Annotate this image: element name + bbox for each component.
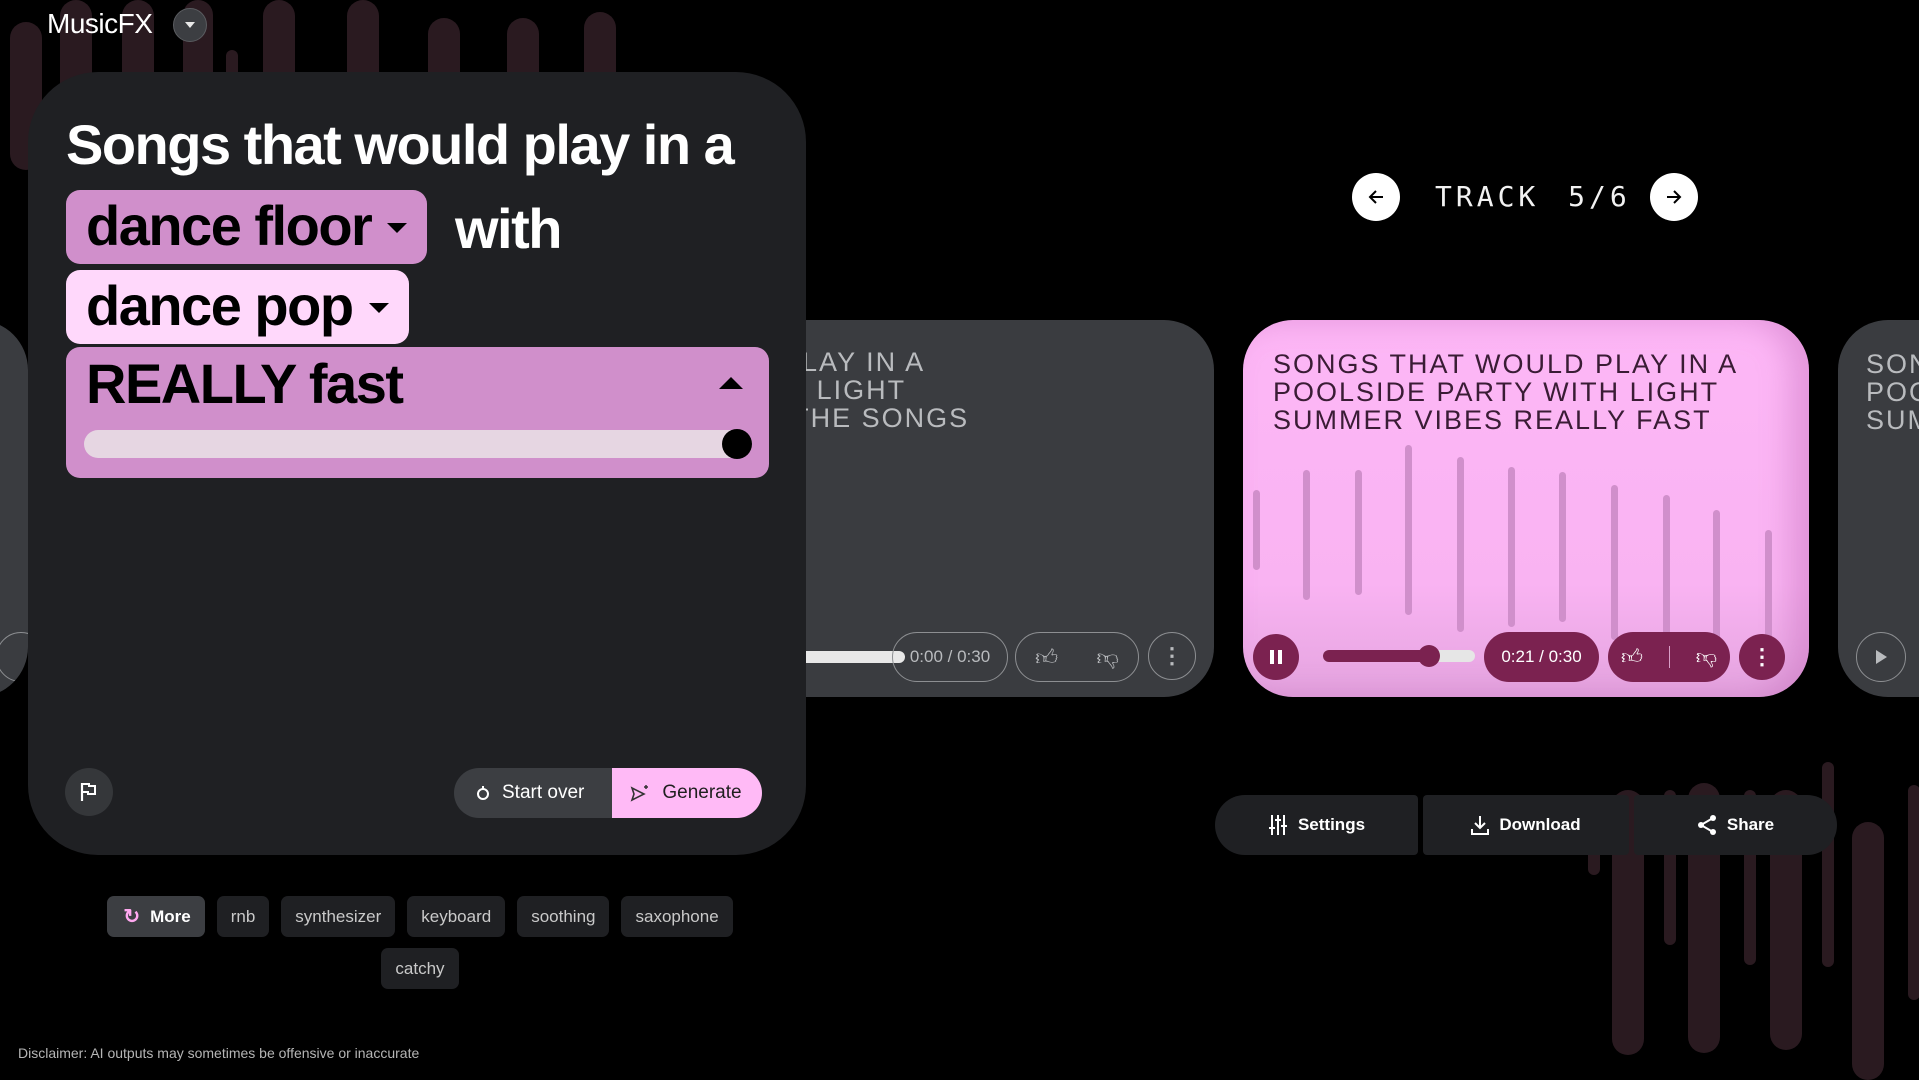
share-icon [1697, 815, 1716, 835]
prompt-heading: Songs that would play in a [66, 113, 735, 176]
play-icon [1876, 650, 1887, 664]
track-time-text: 0:21 / 0:30 [1501, 647, 1582, 666]
play-button-outline[interactable] [0, 632, 28, 682]
waveform-bar [1253, 490, 1260, 570]
place-chip-dropdown[interactable]: dance floor [66, 190, 428, 264]
tune-icon [1268, 815, 1287, 835]
seek-handle[interactable] [1418, 645, 1441, 667]
thumbs-up-button[interactable]: 👍︎ [1035, 644, 1058, 671]
generate-label: Generate [662, 782, 742, 803]
settings-button[interactable]: Settings [1215, 795, 1418, 855]
suggestion-chip[interactable]: synthesizer [281, 896, 396, 937]
more-vert-icon: ⋮ [1751, 644, 1773, 669]
thumbs-down-button[interactable]: 👎︎ [1096, 644, 1118, 671]
download-label: Download [1499, 815, 1581, 834]
reset-icon [477, 786, 489, 800]
rating-group: 👍︎ 👎︎ [1608, 632, 1730, 682]
bg-bar [1908, 785, 1919, 1000]
speed-slider[interactable] [84, 429, 752, 459]
waveform-bar [1663, 495, 1670, 645]
bg-bar [1822, 762, 1834, 967]
suggestion-chip[interactable]: keyboard [407, 896, 506, 937]
thumbs-up-button[interactable]: 👍︎ [1621, 644, 1643, 670]
waveform-bar [1508, 467, 1515, 627]
waveform-bar [1355, 470, 1362, 595]
caret-down-icon [368, 303, 389, 313]
pause-icon [1270, 650, 1282, 664]
share-button[interactable]: Share [1634, 795, 1837, 855]
track-time: 0:21 / 0:30 [1484, 632, 1599, 682]
more-suggestions-button[interactable]: ↻ More [107, 896, 205, 937]
app-title: MusicFX [47, 8, 153, 39]
track-counter-label: TRACK [1435, 180, 1540, 213]
refresh-icon: ↻ [123, 906, 141, 928]
report-button[interactable] [65, 768, 113, 816]
play-button[interactable] [1856, 632, 1906, 682]
track-time: 0:00 / 0:30 [892, 632, 1008, 682]
suggestion-chip[interactable]: saxophone [621, 896, 733, 937]
generate-button[interactable]: Generate [612, 768, 762, 818]
track-counter: TRACK 5/6 [1435, 180, 1631, 213]
caret-down-icon [387, 223, 408, 233]
start-over-button[interactable]: Start over [454, 768, 613, 818]
download-icon [1471, 816, 1490, 835]
place-chip-label: dance floor [86, 193, 373, 257]
waveform-bar [1713, 510, 1720, 650]
arrow-left-icon [1368, 190, 1383, 204]
flag-icon [80, 783, 96, 801]
waveform-bar [1405, 445, 1412, 615]
chevron-down-icon [185, 22, 195, 28]
speed-control: REALLY fast [66, 347, 769, 478]
bg-bar [1852, 822, 1884, 1080]
download-button[interactable]: Download [1423, 795, 1629, 855]
track-card-active[interactable]: SONGS THAT WOULD PLAY IN A POOLSIDE PART… [1243, 320, 1809, 697]
playback-seek-bar[interactable] [1323, 645, 1475, 667]
waveform-bar [1457, 457, 1464, 632]
waveform-bar [1611, 485, 1618, 640]
more-options-button[interactable]: ⋮ [1739, 634, 1785, 680]
next-track-button[interactable] [1650, 173, 1698, 221]
previous-track-button[interactable] [1352, 173, 1400, 221]
more-options-button[interactable]: ⋮ [1148, 632, 1196, 680]
settings-label: Settings [1297, 815, 1366, 834]
more-label: More [150, 906, 191, 926]
more-vert-icon: ⋮ [1161, 643, 1183, 668]
sparkle-send-icon [631, 785, 649, 802]
suggestion-chips: ↻ More rnb synthesizer keyboard soothing… [100, 896, 740, 989]
share-label: Share [1726, 815, 1775, 834]
start-over-label: Start over [502, 782, 585, 803]
suggestion-chip[interactable]: soothing [517, 896, 610, 937]
prompt-actions: Start over Generate [454, 768, 762, 818]
caret-up-icon[interactable] [719, 377, 743, 389]
suggestion-chip[interactable]: rnb [216, 896, 270, 937]
thumbs-down-button[interactable]: 👎︎ [1696, 644, 1717, 670]
track-card-hidden-left[interactable] [0, 320, 28, 697]
genre-chip-label: dance pop [86, 273, 354, 337]
arrow-right-icon [1667, 190, 1682, 204]
waveform-bar [1559, 472, 1566, 622]
app-menu-button[interactable] [173, 8, 207, 42]
track-card-next[interactable]: SON POO SUM [1838, 320, 1919, 697]
playback-progress [1323, 650, 1430, 662]
track-actions-bar: Settings Download Share [1215, 795, 1837, 855]
disclaimer-text: Disclaimer: AI outputs may sometimes be … [18, 1045, 420, 1061]
speed-slider-handle[interactable] [722, 429, 752, 459]
genre-chip-dropdown[interactable]: dance pop [66, 270, 409, 344]
connector-text: with [455, 197, 562, 260]
track-title: SONGS THAT WOULD PLAY IN A POOLSIDE PART… [1273, 349, 1739, 435]
prompt-panel: Songs that would play in a dance floor w… [28, 72, 806, 855]
track-title: SON POO SUM [1866, 349, 1919, 435]
track-counter-value: 5/6 [1568, 180, 1631, 213]
pause-button[interactable] [1253, 634, 1299, 680]
divider [1668, 646, 1670, 668]
waveform-bar [1303, 470, 1310, 600]
track-time-text: 0:00 / 0:30 [909, 647, 991, 666]
suggestion-chip[interactable]: catchy [381, 948, 459, 989]
rating-group: 👍︎ 👎︎ [1015, 632, 1139, 682]
speed-label: REALLY fast [86, 352, 404, 415]
